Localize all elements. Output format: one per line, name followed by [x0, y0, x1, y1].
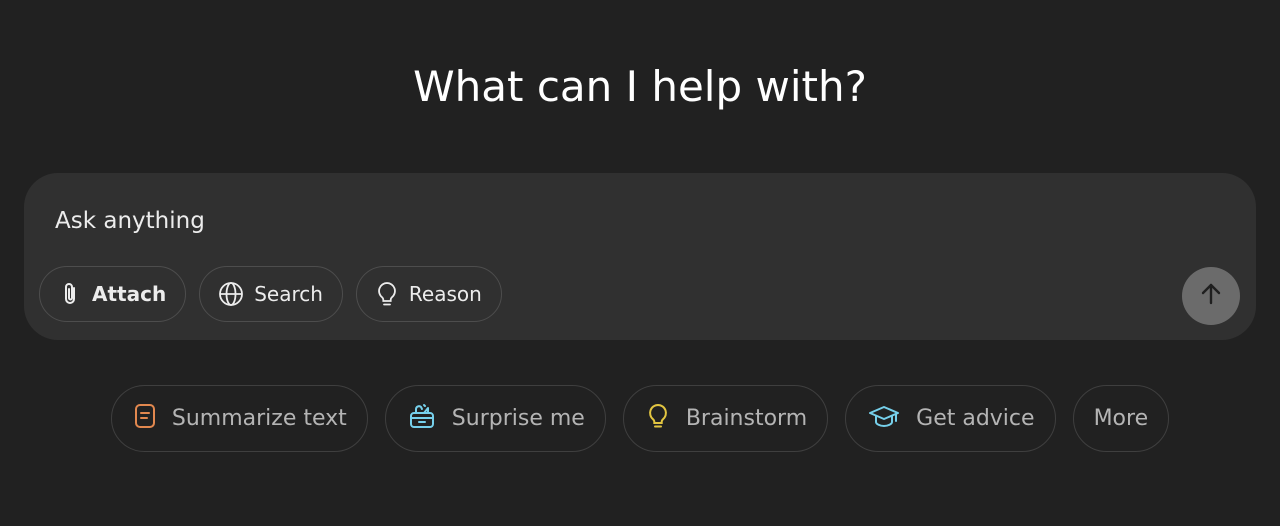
- chip-label: Surprise me: [451, 406, 585, 431]
- document-icon: [134, 403, 156, 435]
- search-button[interactable]: Search: [199, 266, 343, 322]
- summarize-text-chip[interactable]: Summarize text: [110, 385, 368, 452]
- lightbulb-icon: [646, 402, 670, 436]
- surprise-me-chip[interactable]: Surprise me: [384, 385, 606, 452]
- arrow-up-icon: [1199, 281, 1223, 311]
- composer: Attach Search: [24, 173, 1256, 340]
- search-label: Search: [254, 282, 323, 306]
- gift-icon: [408, 402, 436, 436]
- globe-icon: [218, 281, 244, 307]
- attach-label: Attach: [92, 282, 167, 306]
- brainstorm-chip[interactable]: Brainstorm: [622, 385, 829, 452]
- chip-label: Brainstorm: [685, 406, 808, 431]
- reason-button[interactable]: Reason: [355, 266, 502, 322]
- page: What can I help with? Attach: [0, 0, 1280, 526]
- chip-label: Summarize text: [171, 406, 347, 431]
- chip-label: Get advice: [916, 406, 1035, 431]
- attach-button[interactable]: Attach: [39, 266, 187, 322]
- get-advice-chip[interactable]: Get advice: [845, 385, 1056, 452]
- chip-label: More: [1093, 406, 1149, 431]
- composer-tools: Attach Search Reason: [39, 266, 502, 322]
- graduation-cap-icon: [868, 403, 900, 435]
- send-button[interactable]: [1182, 267, 1240, 325]
- suggestion-chips: Summarize text Surprise me Brainstorm Ge…: [0, 385, 1280, 452]
- paperclip-icon: [58, 281, 82, 307]
- more-chip[interactable]: More: [1072, 385, 1170, 452]
- lightbulb-icon: [375, 280, 399, 308]
- reason-label: Reason: [408, 282, 482, 306]
- page-title: What can I help with?: [413, 62, 867, 111]
- prompt-input[interactable]: [55, 203, 1155, 239]
